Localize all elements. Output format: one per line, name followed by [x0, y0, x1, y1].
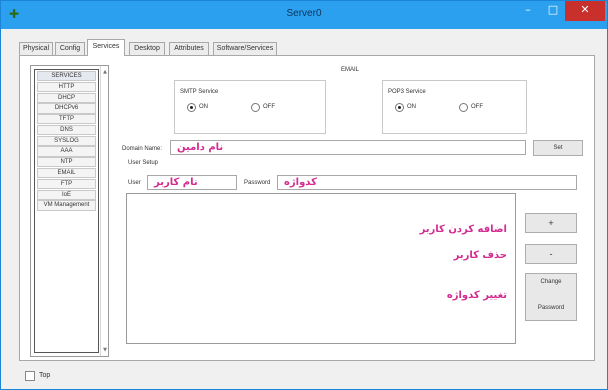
- service-item-ftp[interactable]: FTP: [37, 178, 96, 189]
- set-button[interactable]: Set: [533, 140, 583, 156]
- password-input[interactable]: کدواژه: [277, 175, 577, 190]
- smtp-on-label: ON: [199, 104, 208, 110]
- top-label: Top: [39, 372, 51, 379]
- password-label: Password: [244, 180, 271, 186]
- service-item-aaa[interactable]: AAA: [37, 146, 96, 157]
- change-password-button[interactable]: Change Password: [525, 273, 577, 321]
- smtp-off-label: OFF: [263, 104, 275, 110]
- pop3-off-label: OFF: [471, 104, 483, 110]
- services-scrollbar[interactable]: ▲ ▼: [100, 66, 108, 356]
- change-password-label-line2: Password: [537, 305, 565, 311]
- server-window: ✚ Server0 – □ ✕ Physical Config Services…: [0, 0, 608, 390]
- user-setup-label: User Setup: [128, 160, 159, 166]
- smtp-service-group: SMTP Service ON OFF: [174, 80, 326, 134]
- change-password-label-line1: Change: [540, 279, 562, 285]
- service-item-syslog[interactable]: SYSLOG: [37, 135, 96, 146]
- tab-physical[interactable]: Physical: [19, 42, 53, 55]
- title-bar[interactable]: ✚ Server0 – □ ✕: [1, 1, 607, 29]
- user-label: User: [128, 180, 141, 186]
- change-password-annotation: تغییر کدواژه: [446, 290, 507, 301]
- service-item-http[interactable]: HTTP: [37, 81, 96, 92]
- maximize-icon[interactable]: □: [541, 1, 565, 21]
- minimize-icon[interactable]: –: [515, 1, 541, 21]
- tab-services[interactable]: Services: [87, 39, 125, 56]
- tab-config[interactable]: Config: [55, 42, 85, 55]
- add-user-button[interactable]: +: [525, 213, 577, 233]
- remove-user-annotation: حذف کاربر: [453, 250, 507, 261]
- radio-selected-icon: [395, 103, 404, 112]
- service-item-vm-management[interactable]: VM Management: [37, 200, 96, 211]
- smtp-service-title: SMTP Service: [180, 89, 219, 95]
- remove-user-button[interactable]: -: [525, 244, 577, 264]
- service-item-email[interactable]: EMAIL: [37, 168, 96, 179]
- user-value: نام کاربر: [154, 177, 198, 188]
- domain-name-input[interactable]: نام دامین: [170, 140, 526, 155]
- service-item-tftp[interactable]: TFTP: [37, 114, 96, 125]
- services-header: SERVICES: [37, 71, 96, 82]
- domain-name-label: Domain Name:: [122, 146, 163, 152]
- tab-attributes[interactable]: Attributes: [169, 42, 209, 55]
- scroll-down-icon[interactable]: ▼: [102, 346, 108, 354]
- add-user-annotation: اضافه کردن کاربر: [419, 224, 507, 235]
- user-list[interactable]: اضافه کردن کاربر حذف کاربر تغییر کدواژه: [126, 193, 516, 344]
- close-icon[interactable]: ✕: [565, 1, 605, 21]
- password-value: کدواژه: [284, 177, 317, 188]
- pop3-on-label: ON: [407, 104, 416, 110]
- service-item-dns[interactable]: DNS: [37, 124, 96, 136]
- radio-unselected-icon: [251, 103, 260, 112]
- tab-software-services[interactable]: Software/Services: [213, 42, 277, 55]
- pop3-service-group: POP3 Service ON OFF: [382, 80, 527, 134]
- domain-name-value: نام دامین: [177, 142, 224, 153]
- pop3-service-title: POP3 Service: [388, 89, 426, 95]
- service-item-dhcpv6[interactable]: DHCPv6: [37, 103, 96, 114]
- radio-selected-icon: [187, 103, 196, 112]
- service-item-ntp[interactable]: NTP: [37, 157, 96, 168]
- email-section-title: EMAIL: [341, 67, 360, 73]
- services-list: SERVICES HTTP DHCP DHCPv6 TFTP DNS SYSLO…: [30, 65, 109, 357]
- radio-unselected-icon: [459, 103, 468, 112]
- top-checkbox[interactable]: [25, 371, 35, 381]
- service-item-dhcp[interactable]: DHCP: [37, 92, 96, 103]
- user-input[interactable]: نام کاربر: [147, 175, 237, 190]
- scroll-up-icon[interactable]: ▲: [102, 68, 108, 76]
- service-item-ioe[interactable]: IoE: [37, 189, 96, 200]
- tab-desktop[interactable]: Desktop: [129, 42, 165, 55]
